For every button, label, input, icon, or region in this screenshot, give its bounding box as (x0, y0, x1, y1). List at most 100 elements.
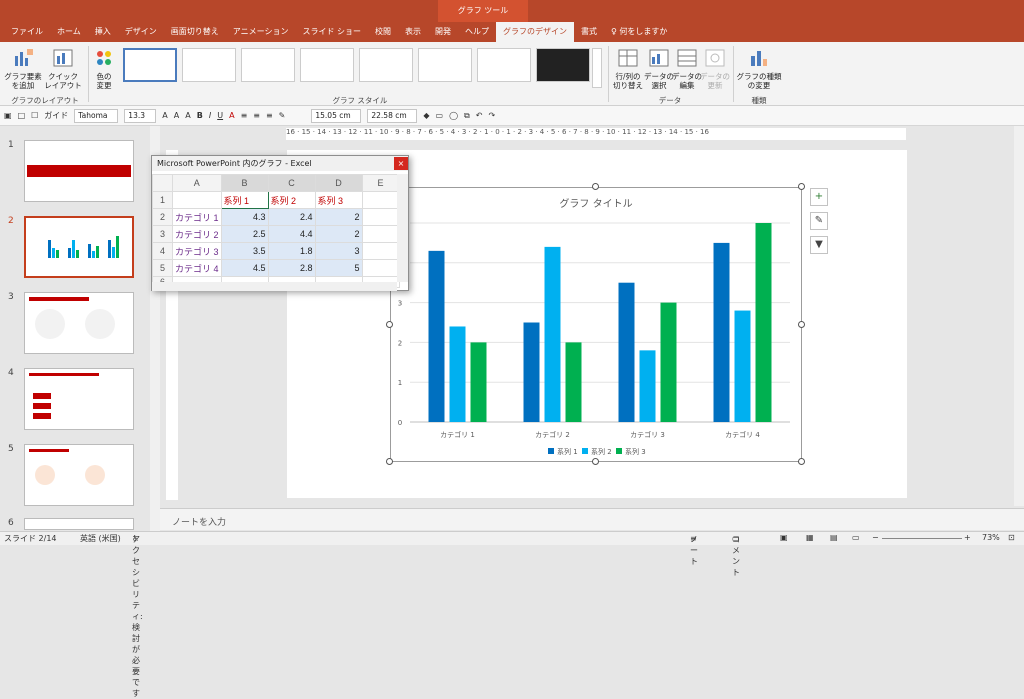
bar[interactable] (660, 302, 677, 422)
resize-handle[interactable] (592, 183, 599, 190)
tab-review[interactable]: 校閲 (368, 22, 398, 42)
switch-row-column-button[interactable]: 行/列の 切り替え (612, 48, 644, 90)
cell-category[interactable]: カテゴリ 1 (172, 208, 222, 226)
cell[interactable] (361, 259, 400, 277)
cell-series-name[interactable]: 系列 2 (267, 191, 316, 209)
column-header[interactable]: D (314, 174, 363, 192)
chart-style-3[interactable] (241, 48, 295, 82)
tab-home[interactable]: ホーム (50, 22, 88, 42)
resize-handle[interactable] (798, 321, 805, 328)
normal-view-icon[interactable]: ▣ (780, 533, 788, 542)
guides-label[interactable]: ガイド (44, 110, 68, 121)
zoom-slider[interactable] (882, 538, 962, 539)
bar[interactable] (544, 246, 561, 422)
edit-data-button[interactable]: データの 編集 (672, 48, 702, 90)
row-header[interactable]: 1 (152, 191, 173, 209)
quick-layout-button[interactable]: クイック レイアウト (44, 48, 82, 90)
resize-handle[interactable] (592, 458, 599, 465)
slide-thumbnail-6[interactable] (24, 518, 134, 530)
align-right-icon[interactable]: ≡ (266, 111, 273, 120)
align-center-icon[interactable]: ≡ (253, 111, 260, 120)
bars[interactable] (428, 223, 772, 423)
height-box[interactable]: 15.05 cm (311, 108, 362, 123)
bar[interactable] (639, 350, 656, 422)
bar[interactable] (618, 282, 635, 422)
editor-scrollbar[interactable] (1014, 126, 1024, 506)
chart-styles-brush-icon[interactable]: ✎ (810, 212, 828, 230)
select-data-button[interactable]: データの 選択 (644, 48, 674, 90)
slide-thumbnail-3[interactable] (24, 292, 134, 354)
cell-value[interactable]: 4.3 (220, 208, 269, 226)
resize-handle[interactable] (386, 321, 393, 328)
cell-value[interactable]: 2.4 (267, 208, 316, 226)
tab-slideshow[interactable]: スライド ショー (295, 22, 368, 42)
style-gallery-scroll[interactable] (592, 48, 602, 88)
column-header[interactable]: A (172, 174, 222, 192)
bar[interactable] (449, 326, 466, 422)
open-icon[interactable]: □ (18, 111, 26, 120)
bar[interactable] (470, 342, 487, 422)
cell-series-name[interactable]: 系列 3 (314, 191, 363, 209)
row-header[interactable]: 2 (152, 208, 173, 226)
slide-thumbnail-5[interactable] (24, 444, 134, 506)
cell-category[interactable]: カテゴリ 3 (172, 242, 222, 260)
spreadsheet-grid[interactable]: A B C D E 1 系列 1 系列 2 系列 3 2 カテゴリ 1 4.3 … (152, 174, 400, 288)
tab-transitions[interactable]: 画面切り替え (164, 22, 226, 42)
excel-vertical-scrollbar[interactable] (397, 174, 408, 282)
row-header[interactable]: 5 (152, 259, 173, 277)
underline-icon[interactable]: U (217, 111, 223, 120)
excel-window-title[interactable]: Microsoft PowerPoint 内のグラフ - Excel (152, 156, 408, 171)
cell-value[interactable]: 4.4 (267, 225, 316, 243)
column-header[interactable]: B (220, 174, 269, 192)
excel-horizontal-scrollbar[interactable] (152, 282, 397, 291)
align-left-icon[interactable]: ≡ (241, 111, 248, 120)
arrange-icon[interactable]: ⧉ (464, 111, 470, 121)
chart-style-5[interactable] (359, 48, 413, 82)
zoom-in-icon[interactable]: + (964, 533, 971, 542)
cell-value[interactable]: 3 (314, 242, 363, 260)
resize-handle[interactable] (798, 183, 805, 190)
notes-pane[interactable]: ノートを入力 (160, 508, 1024, 530)
fill-color-icon[interactable]: ◆ (423, 111, 429, 120)
font-name-box[interactable]: Tahoma (74, 108, 119, 123)
bold-icon[interactable]: B (197, 111, 203, 120)
cell-value[interactable]: 2 (314, 225, 363, 243)
cell[interactable] (361, 208, 400, 226)
tab-insert[interactable]: 挿入 (88, 22, 118, 42)
cell-value[interactable]: 2 (314, 208, 363, 226)
cell-category[interactable]: カテゴリ 4 (172, 259, 222, 277)
cell-value[interactable]: 2.5 (220, 225, 269, 243)
bar[interactable] (713, 242, 730, 422)
cell-value[interactable]: 3.5 (220, 242, 269, 260)
chart-style-6[interactable] (418, 48, 472, 82)
cell-value[interactable]: 5 (314, 259, 363, 277)
cell-category[interactable]: カテゴリ 2 (172, 225, 222, 243)
add-chart-element-button[interactable]: グラフ要素 を追加 (4, 48, 42, 90)
slide-thumbnail-4[interactable] (24, 368, 134, 430)
excel-data-window[interactable]: Microsoft PowerPoint 内のグラフ - Excel × A B… (151, 155, 409, 291)
chart-style-1[interactable] (123, 48, 177, 82)
brush-icon[interactable]: ✎ (279, 111, 286, 120)
tab-design[interactable]: デザイン (118, 22, 164, 42)
column-header[interactable]: C (267, 174, 316, 192)
chart[interactable]: グラフ タイトル 0 1 2 3 カテゴリ 1 カテゴリ 2 カテゴリ 3 カテゴリ 4 系… (390, 187, 802, 462)
font-size-box[interactable]: 13.3 (124, 108, 157, 123)
bar[interactable] (523, 322, 540, 423)
corner-cell[interactable] (152, 174, 173, 192)
save-icon[interactable]: ▣ (4, 111, 12, 120)
cell[interactable] (172, 191, 222, 209)
bar[interactable] (565, 342, 582, 422)
chart-style-7[interactable] (477, 48, 531, 82)
tell-me-search[interactable]: ♀ 何をしますか (604, 22, 674, 42)
bar[interactable] (734, 310, 751, 422)
shrink-font-icon[interactable]: A (174, 111, 179, 120)
tab-chart-design[interactable]: グラフのデザイン (496, 22, 574, 42)
refresh-data-button[interactable]: データの 更新 (700, 48, 730, 90)
font-color-icon[interactable]: A (229, 111, 234, 120)
zoom-out-icon[interactable]: − (872, 533, 879, 542)
outline-icon[interactable]: ▭ (436, 111, 444, 120)
bar[interactable] (428, 250, 445, 422)
zoom-level[interactable]: 73% (982, 533, 1000, 542)
cell-value[interactable]: 4.5 (220, 259, 269, 277)
close-icon[interactable]: × (394, 157, 408, 170)
